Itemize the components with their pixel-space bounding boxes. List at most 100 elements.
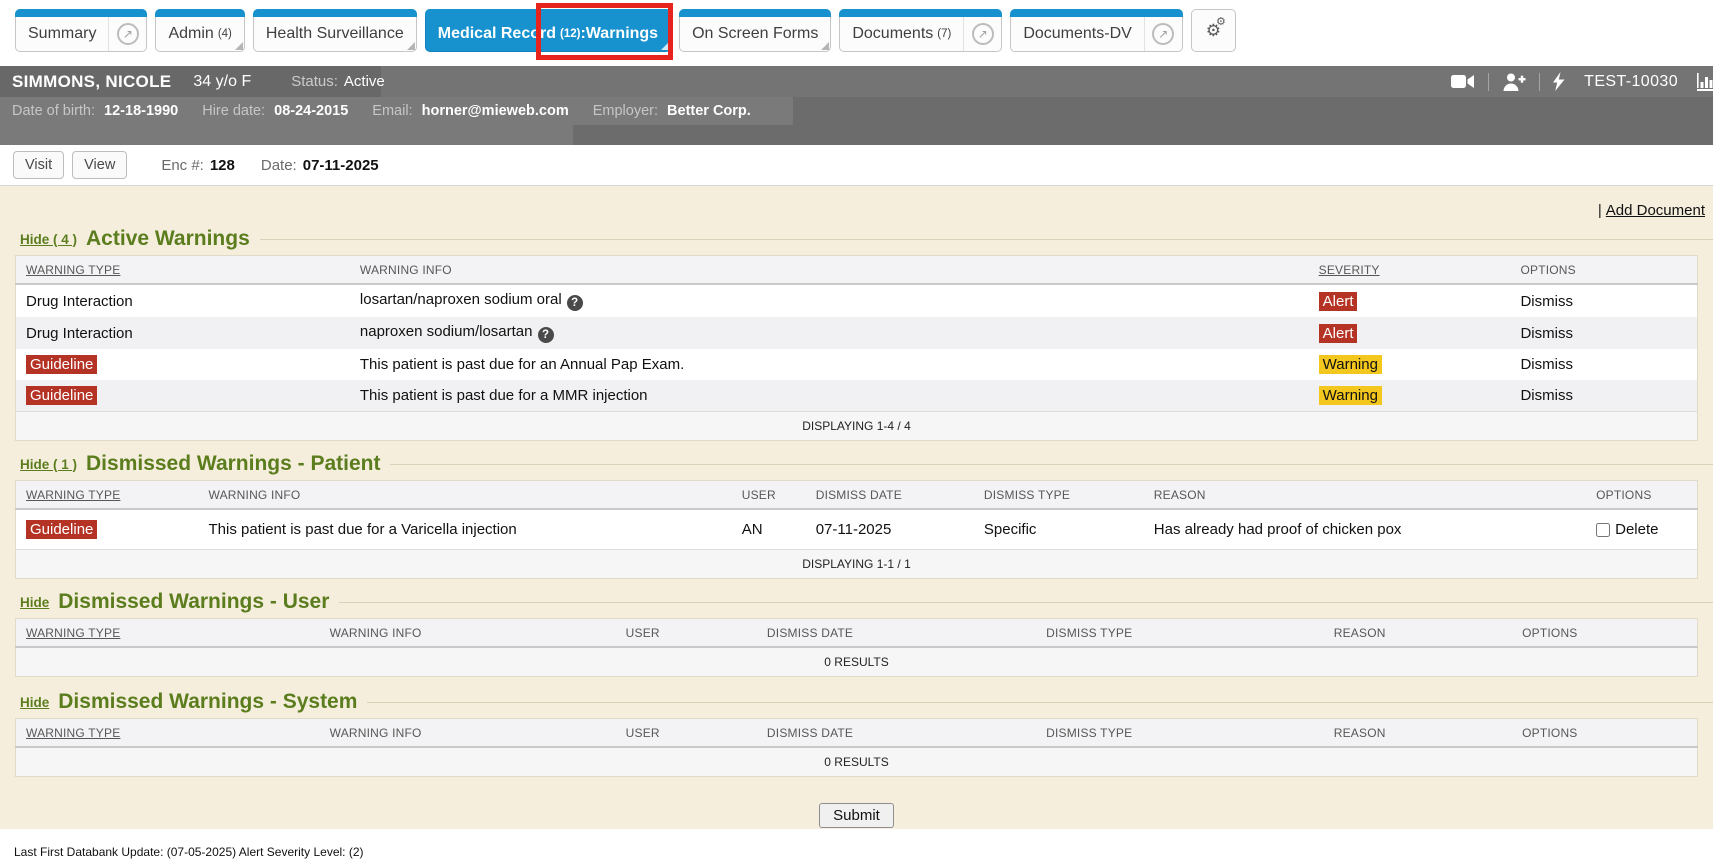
dismissed-user-title: Dismissed Warnings - User [58,590,329,614]
tab-summary-popout[interactable]: ↗ [108,17,146,51]
delete-checkbox[interactable] [1596,523,1610,537]
table-footer-row: DISPLAYING 1-1 / 1 [16,550,1698,579]
table-header-row: WARNING TYPE WARNING INFO USER DISMISS D… [16,619,1698,648]
tab-documents-dv-popout[interactable]: ↗ [1144,17,1182,51]
col-warning-info: WARNING INFO [352,256,1311,285]
dismiss-link[interactable]: Dismiss [1512,349,1697,380]
tab-summary[interactable]: Summary ↗ [15,9,147,52]
tab-summary-label: Summary [16,17,108,51]
tab-on-screen-forms[interactable]: On Screen Forms [679,9,831,52]
table-header-row: WARNING TYPE WARNING INFO SEVERITY OPTIO… [16,256,1698,285]
dismiss-date-cell: 07-11-2025 [808,509,976,550]
active-warnings-header: Hide ( 4 ) Active Warnings [20,227,1713,251]
tab-bar: Summary ↗ Admin (4) Health Surveillance … [0,0,1713,66]
table-row: Drug Interaction naproxen sodium/losarta… [16,317,1698,349]
section-rule [339,602,1713,603]
tab-documents-popout[interactable]: ↗ [963,17,1001,51]
warning-type-cell: Guideline [16,509,201,550]
dob-value: 12-18-1990 [104,103,178,119]
tab-admin[interactable]: Admin (4) [155,9,244,52]
col-user: USER [618,719,759,748]
dismiss-link[interactable]: Dismiss [1512,284,1697,317]
help-icon[interactable]: ? [538,327,554,343]
active-warnings-title: Active Warnings [86,227,250,251]
visit-button[interactable]: Visit [13,151,64,179]
tab-top-strip [839,9,1002,17]
col-reason: REASON [1326,619,1514,648]
warning-info-cell: This patient is past due for an Annual P… [352,349,1311,380]
tab-documents[interactable]: Documents (7) ↗ [839,9,1002,52]
alert-badge: Alert [1319,292,1358,311]
severity-cell: Warning [1311,380,1513,412]
warning-info-cell: naproxen sodium/losartan? [352,317,1311,349]
tab-top-strip [15,9,147,17]
dismissed-system-header: Hide Dismissed Warnings - System [20,690,1713,714]
hide-active-warnings-link[interactable]: Hide ( 4 ) [20,232,77,247]
col-dismiss-date: DISMISS DATE [759,719,1038,748]
table-row: Guideline This patient is past due for a… [16,509,1698,550]
bar-chart-icon[interactable] [1697,73,1713,91]
dismissed-user-header: Hide Dismissed Warnings - User [20,590,1713,614]
tab-top-strip [155,9,244,17]
tab-medical-record-suffix: :Warnings [580,25,658,43]
icon-separator [1539,73,1540,91]
add-document-link[interactable]: Add Document [1606,202,1705,219]
dismissed-patient-table: WARNING TYPE WARNING INFO USER DISMISS D… [15,480,1698,579]
add-person-icon[interactable] [1502,73,1526,91]
col-severity[interactable]: SEVERITY [1311,256,1513,285]
popout-arrow-icon: ↗ [117,23,139,45]
col-warning-type[interactable]: WARNING TYPE [16,719,322,748]
patient-id: TEST-10030 [1584,73,1678,91]
section-rule [367,702,1713,703]
warning-badge: Warning [1319,386,1382,405]
submit-button[interactable]: Submit [819,803,894,828]
tab-documents-dv[interactable]: Documents-DV ↗ [1010,9,1182,52]
dismissed-patient-header: Hide ( 1 ) Dismissed Warnings - Patient [20,452,1713,476]
active-warnings-table: WARNING TYPE WARNING INFO SEVERITY OPTIO… [15,255,1698,441]
settings-button[interactable]: ⚙ ⚙ [1191,9,1236,52]
dismiss-link[interactable]: Dismiss [1512,317,1697,349]
dob-field: Date of birth: 12-18-1990 [12,103,178,119]
hire-date-field: Hire date: 08-24-2015 [202,103,348,119]
dismiss-link[interactable]: Dismiss [1512,380,1697,412]
warning-type-cell: Drug Interaction [16,284,352,317]
lightning-icon[interactable] [1553,72,1565,91]
hide-dismissed-user-link[interactable]: Hide [20,595,49,610]
tab-admin-label: Admin [168,25,213,43]
tab-top-strip [425,9,671,17]
reason-cell: Has already had proof of chicken pox [1146,509,1588,550]
table-footer-row: 0 RESULTS [16,647,1698,677]
alert-badge: Alert [1319,324,1358,343]
enc-number-value: 128 [210,157,235,174]
help-icon[interactable]: ? [567,295,583,311]
col-warning-type[interactable]: WARNING TYPE [16,256,352,285]
status-value: Active [344,73,385,90]
table-row: Guideline This patient is past due for a… [16,380,1698,412]
dismissed-patient-title: Dismissed Warnings - Patient [86,452,380,476]
col-warning-info: WARNING INFO [322,719,618,748]
guideline-badge: Guideline [26,520,97,539]
guideline-badge: Guideline [26,355,97,374]
warnings-content: |Add Document Hide ( 4 ) Active Warnings… [0,186,1713,829]
hide-dismissed-patient-link[interactable]: Hide ( 1 ) [20,457,77,472]
video-camera-icon[interactable] [1451,74,1475,89]
gears-icon: ⚙ [1216,17,1226,28]
section-rule [260,239,1713,240]
icon-separator [1488,73,1489,91]
severity-cell: Warning [1311,349,1513,380]
col-warning-type[interactable]: WARNING TYPE [16,481,201,510]
popout-arrow-icon: ↗ [972,23,994,45]
tab-medical-record-warnings[interactable]: Medical Record (12) :Warnings [425,9,671,52]
employer-field: Employer: Better Corp. [593,103,751,119]
hire-date-value: 08-24-2015 [274,103,348,119]
hide-dismissed-system-link[interactable]: Hide [20,695,49,710]
col-options: OPTIONS [1514,619,1697,648]
col-reason: REASON [1326,719,1514,748]
table-footer-row: DISPLAYING 1-4 / 4 [16,412,1698,441]
tab-top-strip [679,9,831,17]
col-dismiss-type: DISMISS TYPE [1038,619,1326,648]
col-warning-type[interactable]: WARNING TYPE [16,619,322,648]
tab-health-surveillance[interactable]: Health Surveillance [253,9,417,52]
employer-value: Better Corp. [667,103,751,119]
view-button[interactable]: View [72,151,127,179]
